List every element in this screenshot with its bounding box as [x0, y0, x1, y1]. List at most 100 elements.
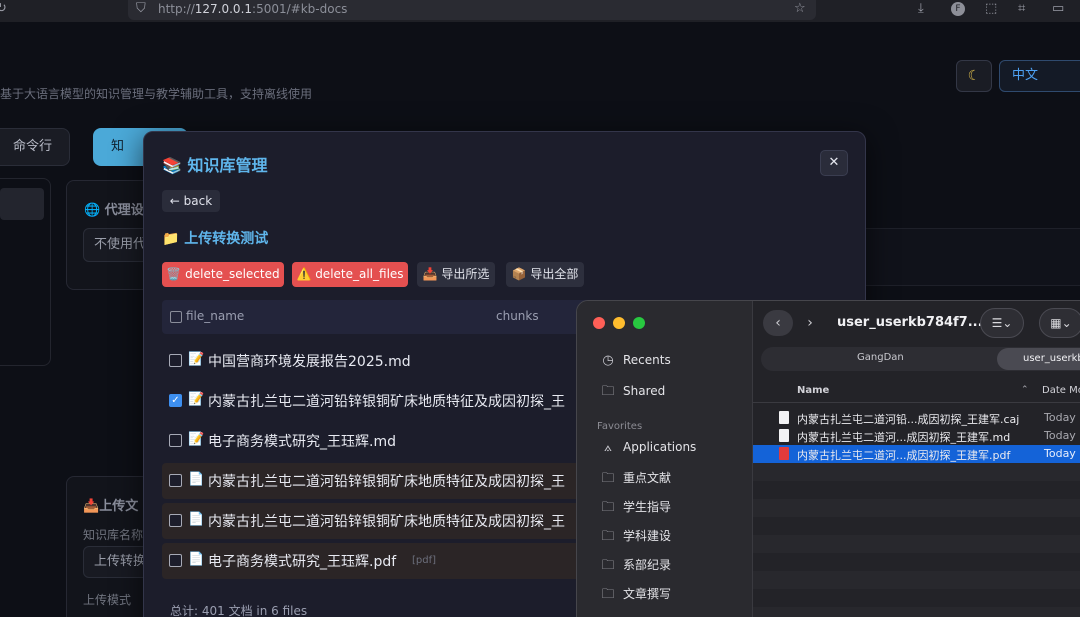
close-icon: ✕ [828, 155, 840, 170]
file-name: 内蒙古扎兰屯二道河...成因初探_王建军.pdf [797, 449, 1011, 462]
sidebar-item-folder[interactable]: 🗀 文章撰写 [599, 585, 671, 607]
finder-window-title: user_userkb784f7... [837, 315, 983, 330]
sidebar-item-applications[interactable]: ⟑ Applications [599, 440, 696, 455]
empty-row [753, 463, 1080, 481]
close-button[interactable]: ✕ [820, 150, 848, 176]
close-window-button[interactable] [593, 317, 605, 329]
finder-file-picker: ◷ Recents 🗀 Shared Favorites ⟑ Applications… [576, 300, 1080, 617]
file-date: Today [1044, 447, 1076, 460]
finder-tab-gangdan[interactable]: GangDan [857, 352, 904, 363]
delete-all-files-button[interactable]: ⚠️ delete_all_files [292, 262, 408, 287]
list-view-button[interactable]: ☰⌄ [980, 308, 1024, 338]
document-file-icon: 📄 [188, 512, 205, 527]
extensions-icon[interactable]: ⬚ [985, 1, 997, 17]
download-icon[interactable]: ⤓ [918, 1, 924, 17]
url-text[interactable]: http://127.0.0.1:5001/#kb-docs [158, 2, 347, 16]
upload-card-title: 📥上传文 [83, 499, 139, 514]
back-button[interactable]: ← back [162, 190, 220, 212]
select-all-checkbox[interactable] [170, 311, 182, 323]
empty-row [753, 499, 1080, 517]
sidebar-item-folder[interactable]: 🗀 学科建设 [599, 527, 671, 549]
shield-icon[interactable]: ⛉ [136, 1, 146, 17]
back-nav-button[interactable]: ‹ [763, 310, 793, 336]
document-file-icon: 📄 [188, 472, 205, 487]
inbox-icon: 📥 [83, 499, 100, 514]
sidebar-item-folder[interactable]: 🗀 学生指导 [599, 498, 671, 520]
empty-row [753, 571, 1080, 589]
sidebar-item-shared[interactable]: 🗀 Shared [599, 382, 665, 404]
file-total-summary: 总计: 401 文档 in 6 files [170, 604, 308, 617]
delete-selected-button[interactable]: 🗑️ delete_selected [162, 262, 284, 287]
dark-mode-toggle[interactable]: ☾ [956, 60, 992, 92]
export-all-button[interactable]: 📦 导出全部 [506, 262, 584, 287]
sidebar-item-recents[interactable]: ◷ Recents [599, 353, 670, 368]
row-checkbox[interactable] [169, 514, 182, 527]
file-name: 内蒙古扎兰屯二道河铅...成因初探_王建军.caj [797, 413, 1020, 426]
tab-command-line[interactable]: 命令行 [0, 128, 70, 166]
modal-title: 📚 知识库管理 [162, 156, 268, 175]
file-date: Today [1044, 411, 1076, 424]
empty-row [753, 607, 1080, 617]
file-date: Today [1044, 429, 1076, 442]
file-icon [779, 429, 789, 442]
folder-icon: 🗀 [601, 558, 615, 573]
extension-f-icon[interactable]: F [951, 2, 965, 16]
group-view-button[interactable]: ▦⌄ [1039, 308, 1080, 338]
applications-icon: ⟑ [604, 440, 612, 455]
sidebar-item-active[interactable] [0, 188, 44, 220]
sidebar-item-folder[interactable]: 🗀 重点文献 [599, 469, 671, 491]
column-file-name[interactable]: file_name [186, 309, 244, 323]
language-select[interactable]: 中文 [999, 60, 1080, 92]
file-name: 内蒙古扎兰屯二道河铅锌银铜矿床地质特征及成因初探_王 [208, 474, 565, 490]
column-chunks[interactable]: chunks [496, 309, 539, 323]
markdown-file-icon: 📝 [188, 392, 205, 407]
row-checkbox[interactable] [169, 474, 182, 487]
background-panel-strip [866, 228, 1080, 286]
file-icon [779, 411, 789, 424]
file-name: 中国营商环境发展报告2025.md [208, 354, 411, 370]
proxy-settings-title: 🌐 代理设 [84, 203, 144, 218]
folder-icon: 🗀 [601, 587, 615, 602]
sort-ascending-icon: ⌃ [1021, 385, 1029, 395]
file-row[interactable]: 内蒙古扎兰屯二道河铅...成因初探_王建军.caj Today [753, 409, 1080, 427]
document-file-icon: 📄 [188, 552, 205, 567]
column-date-modified[interactable]: Date Mo [1042, 385, 1080, 396]
browser-toolbar: ↻ ⛉ http://127.0.0.1:5001/#kb-docs ☆ ⤓ F… [0, 0, 1080, 22]
finder-tab-user-userkb[interactable]: user_userkb [997, 348, 1080, 370]
forward-nav-button[interactable]: › [795, 310, 825, 336]
empty-row [753, 535, 1080, 553]
crop-icon[interactable]: ⌗ [1018, 1, 1025, 17]
app-subtitle: 基于大语言模型的知识管理与教学辅助工具，支持离线使用 [0, 87, 313, 101]
markdown-file-icon: 📝 [188, 432, 205, 447]
file-type-tag: [pdf] [412, 555, 437, 566]
file-name: 电子商务模式研究_王珏辉.pdf [208, 554, 397, 570]
row-checkbox[interactable]: ✓ [169, 394, 182, 407]
window-icon[interactable]: ▭ [1052, 1, 1064, 17]
bookmark-star-icon[interactable]: ☆ [794, 1, 806, 17]
globe-icon: 🌐 [84, 203, 105, 218]
row-checkbox[interactable] [169, 354, 182, 367]
minimize-window-button[interactable] [613, 317, 625, 329]
row-checkbox[interactable] [169, 434, 182, 447]
favorites-header: Favorites [597, 421, 643, 432]
file-row[interactable]: 内蒙古扎兰屯二道河...成因初探_王建军.md Today [753, 427, 1080, 445]
chevron-right-icon: › [807, 315, 813, 331]
chevron-left-icon: ‹ [775, 315, 781, 331]
file-row-selected[interactable]: 内蒙古扎兰屯二道河...成因初探_王建军.pdf Today [753, 445, 1080, 463]
file-name: 内蒙古扎兰屯二道河...成因初探_王建军.md [797, 431, 1011, 444]
pdf-file-icon [779, 447, 789, 460]
row-checkbox[interactable] [169, 554, 182, 567]
sidebar-item-folder[interactable]: 🗀 系部纪录 [599, 556, 671, 578]
grid-view-icon: ▦⌄ [1050, 316, 1072, 330]
export-selected-button[interactable]: 📥 导出所选 [417, 262, 495, 287]
file-name: 内蒙古扎兰屯二道河铅锌银铜矿床地质特征及成因初探_王 [208, 514, 565, 530]
zoom-window-button[interactable] [633, 317, 645, 329]
finder-sidebar: ◷ Recents 🗀 Shared Favorites ⟑ Applications… [577, 301, 753, 617]
list-view-icon: ☰⌄ [991, 316, 1013, 330]
shared-folder-icon: 🗀 [601, 384, 615, 399]
tab-knowledge-base-label: 知 [111, 139, 125, 154]
markdown-file-icon: 📝 [188, 352, 205, 367]
upload-mode-label: 上传模式 [83, 593, 132, 607]
reload-icon[interactable]: ↻ [0, 1, 7, 17]
column-name[interactable]: Name [797, 385, 829, 396]
